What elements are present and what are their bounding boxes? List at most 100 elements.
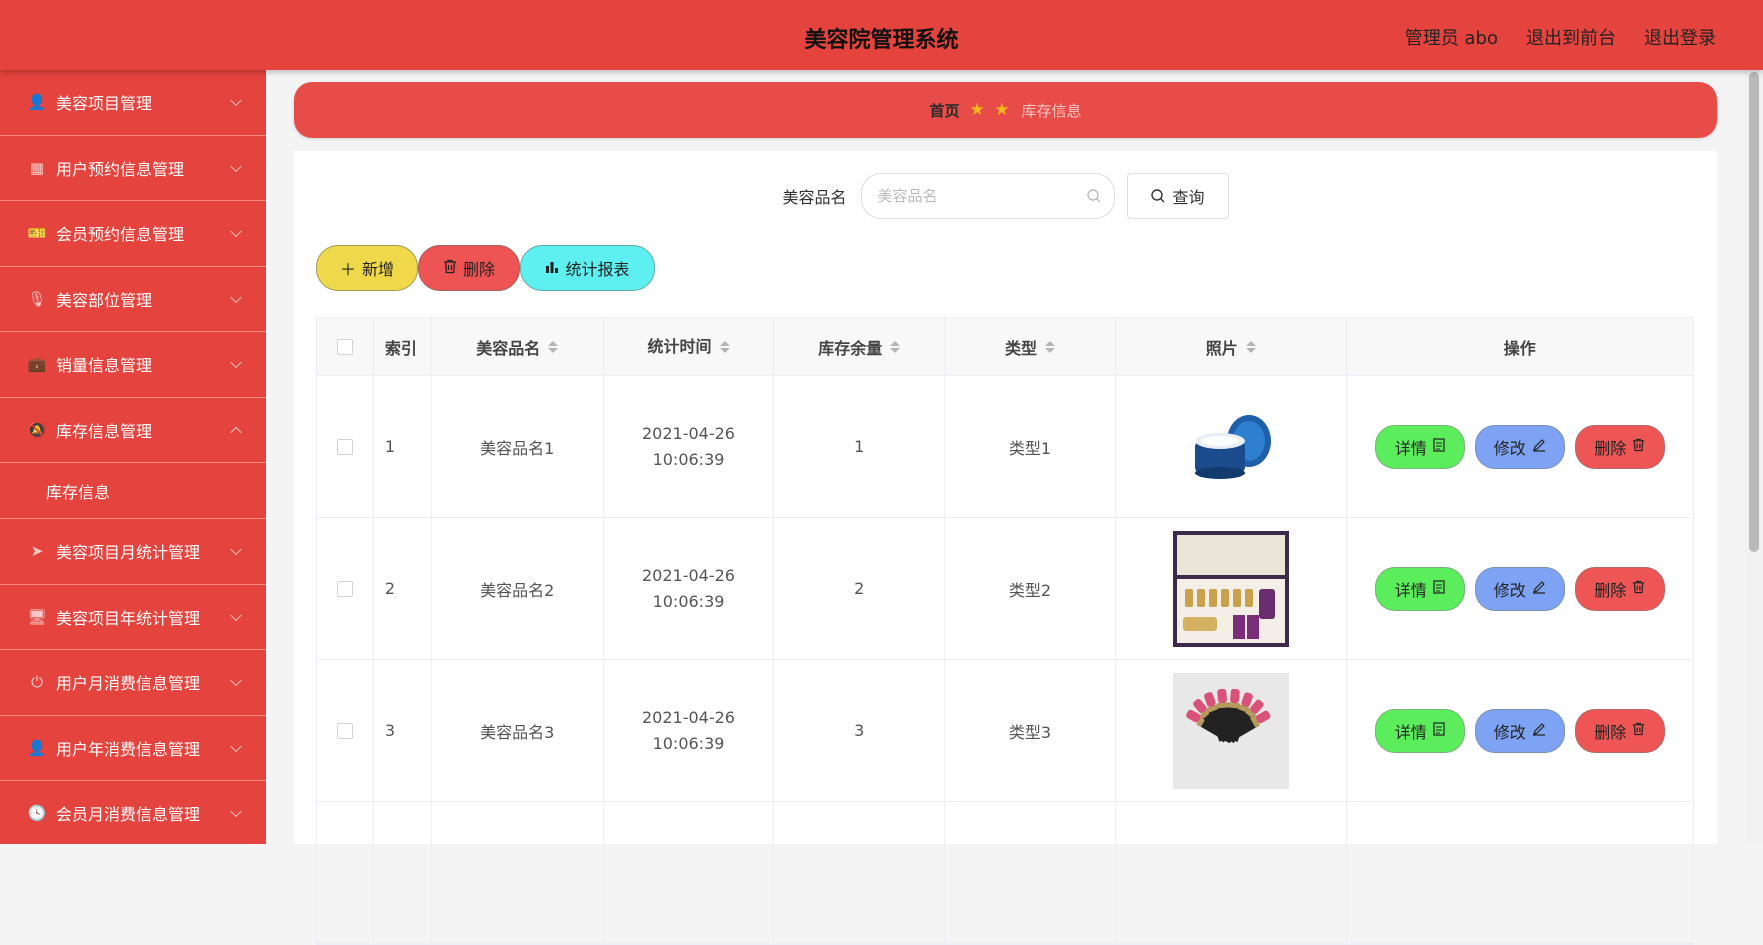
edit-label: 修改 [1493,438,1526,458]
action-buttons: ＋ 新增 删除 统计报表 [316,245,655,291]
power-icon: ⏻ [31,673,43,692]
search-field[interactable] [860,173,1115,219]
row-delete-button[interactable]: 删除 [1574,566,1665,611]
product-photo[interactable] [1172,672,1289,789]
sidebar-item-label: 会员预约信息管理 [56,225,185,245]
sidebar-item[interactable]: 🔕 库存信息管理 [0,398,266,463]
breadcrumb: 首页 ★ ★ 库存信息 [294,82,1717,138]
plus-icon: ＋ [339,260,356,279]
sidebar-item-label: 美容部位管理 [56,290,153,310]
breadcrumb-home[interactable]: 首页 [930,100,960,121]
sidebar-item[interactable]: 🎫 会员预约信息管理 [0,201,266,267]
detail-button[interactable]: 详情 [1374,708,1465,753]
sidebar-item[interactable]: ⏻ 用户月消费信息管理 [0,650,266,716]
sidebar-item[interactable]: 🖥 美容项目年统计管理 [0,585,266,650]
row-checkbox[interactable] [336,722,353,739]
ticket-icon: 🎫 [27,224,47,243]
user-icon: 👤 [27,93,47,112]
table-row: 2 美容品名2 2021-04-26 10:06:39 2 类型2 详情 修改 删除 [317,518,1693,660]
chevron-down-icon [230,356,242,369]
chevron-down-icon [230,609,242,621]
sidebar-item-label: 用户预约信息管理 [56,159,185,179]
select-all-checkbox[interactable] [336,338,353,355]
header-stock[interactable]: 库存余量 [774,318,946,375]
briefcase-icon: 💼 [27,355,47,374]
microphone-icon: 🎙 [27,289,47,308]
header-photo[interactable]: 照片 [1116,318,1347,375]
edit-button[interactable]: 修改 [1474,708,1565,753]
row-checkbox-cell [317,376,374,517]
header-index: 索引 [374,318,432,375]
row-delete-button[interactable]: 删除 [1574,708,1665,753]
sidebar-item[interactable]: 👤 用户年消费信息管理 [0,716,266,781]
product-photo[interactable] [1172,530,1289,647]
delete-label: 删除 [462,260,495,279]
edit-button[interactable]: 修改 [1474,424,1565,469]
edit-label: 修改 [1493,722,1526,742]
sort-icon[interactable] [719,340,730,353]
table-row: 1 美容品名1 2021-04-26 10:06:39 1 类型1 详情 修改 删除 [317,376,1693,518]
star-separator-icon: ★ ★ [969,100,1012,120]
chevron-down-icon [230,225,242,238]
sidebar-item[interactable]: 👤 美容项目管理 [0,70,266,136]
search-label: 美容品名 [782,188,847,207]
search-input[interactable] [877,187,1068,205]
pencil-icon [1532,580,1546,598]
breadcrumb-current: 库存信息 [1021,101,1082,120]
header-type[interactable]: 类型 [945,318,1116,375]
cell-index: 2 [374,518,432,659]
cell-time: 2021-04-26 10:06:39 [604,376,775,517]
cell-time: 2021-04-26 10:06:39 [604,660,775,801]
row-checkbox[interactable] [336,438,353,455]
header-name-label: 美容品名 [476,338,541,358]
cell-photo [1116,802,1347,943]
detail-button[interactable]: 详情 [1374,566,1465,611]
send-icon: ➤ [30,542,44,561]
row-delete-button[interactable]: 删除 [1574,424,1665,469]
page-scrollbar[interactable] [1745,70,1763,844]
edit-button[interactable]: 修改 [1474,566,1565,611]
scrollbar-thumb[interactable] [1749,72,1759,552]
trash-icon [1632,580,1645,598]
sort-icon[interactable] [548,340,559,353]
sidebar-item[interactable]: ▦ 用户预约信息管理 [0,136,266,201]
sidebar-item[interactable]: ➤ 美容项目月统计管理 [0,519,266,585]
sidebar-item[interactable]: 💼 销量信息管理 [0,332,266,398]
detail-label: 详情 [1394,580,1427,600]
sidebar-item-label: 美容项目年统计管理 [56,608,201,628]
cell-index: 1 [374,376,432,517]
row-checkbox-cell [317,518,374,659]
product-photo[interactable] [1173,389,1289,505]
chevron-down-icon [230,805,242,818]
sidebar-item[interactable]: 🎙 美容部位管理 [0,267,266,332]
detail-button[interactable]: 详情 [1374,424,1465,469]
row-checkbox[interactable] [336,580,353,597]
header-time[interactable]: 统计时间 [604,318,775,375]
cell-stock: 3 [774,660,946,801]
pencil-icon [1532,722,1546,740]
table-row [317,802,1693,944]
stats-label: 统计报表 [565,260,630,279]
cell-stock: 1 [774,376,946,517]
sidebar-item-label: 销量信息管理 [56,356,153,376]
detail-label: 详情 [1394,438,1427,458]
sidebar-item-label: 库存信息管理 [56,421,153,441]
sidebar-item[interactable]: 🕓 会员月消费信息管理 [0,781,266,844]
sidebar-item-label: 美容项目管理 [56,94,153,114]
sidebar-subitem-inventory[interactable]: 库存信息 [0,463,266,519]
admin-user-label[interactable]: 管理员 abo [1405,24,1498,50]
cell-type: 类型2 [945,518,1116,659]
exit-to-front-link[interactable]: 退出到前台 [1526,24,1616,50]
add-button[interactable]: ＋ 新增 [316,245,418,291]
bell-off-icon: 🔕 [27,420,47,439]
header-name[interactable]: 美容品名 [432,318,604,375]
sort-icon[interactable] [1245,340,1256,353]
sidebar-item-label: 用户年消费信息管理 [56,739,201,759]
sort-icon[interactable] [890,340,901,353]
query-button[interactable]: 查询 [1126,173,1229,219]
batch-delete-button[interactable]: 删除 [418,245,520,291]
logout-link[interactable]: 退出登录 [1644,24,1716,50]
sort-icon[interactable] [1045,340,1056,353]
stats-report-button[interactable]: 统计报表 [520,245,655,291]
cell-ops: 详情 修改 删除 [1347,660,1693,801]
